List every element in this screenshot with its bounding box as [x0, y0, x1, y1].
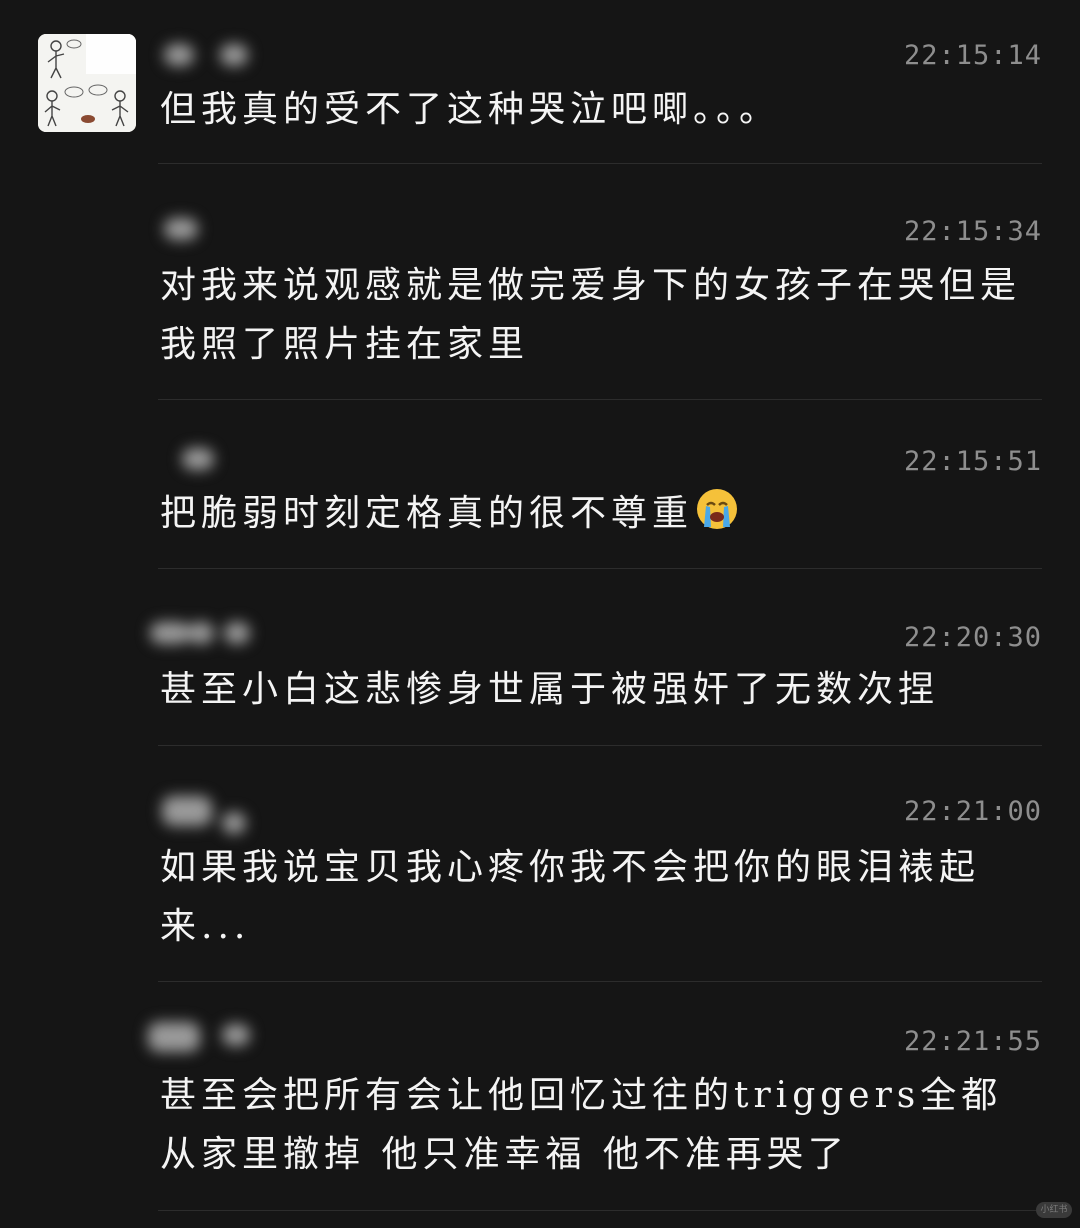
message-divider: [158, 745, 1042, 746]
message-text: 如果我说宝贝我心疼你我不会把你的眼泪裱起来...: [160, 847, 981, 947]
message-timestamp: 22:15:34: [903, 216, 1042, 247]
sender-name-redacted: [158, 38, 268, 72]
app-watermark: 小红书: [1036, 1202, 1072, 1218]
loudly-crying-face-icon: [697, 489, 738, 529]
message-text: 把脆弱时刻定格真的很不尊重: [160, 484, 1030, 543]
comic-avatar-icon[interactable]: [38, 34, 136, 132]
message-divider: [158, 981, 1042, 982]
sender-name-redacted: [158, 212, 218, 246]
message-timestamp: 22:21:00: [903, 796, 1042, 827]
message-divider: [158, 1210, 1042, 1211]
sender-name-redacted: [158, 790, 258, 834]
message-divider: [158, 399, 1042, 400]
message-timestamp: 22:15:14: [903, 40, 1042, 71]
message-text: 对我来说观感就是做完爱身下的女孩子在哭但是我照了照片挂在家里: [160, 265, 1022, 365]
sender-name-redacted: [148, 1016, 268, 1060]
message-text: 甚至会把所有会让他回忆过往的triggers全都从家里撤掉 他只准幸福 他不准再…: [160, 1075, 1003, 1175]
comic-avatar-illustration: [38, 34, 136, 132]
sender-name-redacted: [150, 616, 268, 650]
sender-name-redacted: [158, 442, 228, 476]
message-text: 但我真的受不了这种哭泣吧唧。。。: [160, 89, 781, 130]
message-timestamp: 22:21:55: [903, 1026, 1042, 1057]
message-timestamp: 22:20:30: [903, 622, 1042, 653]
message-text: 甚至小白这悲惨身世属于被强奸了无数次捏: [160, 669, 940, 710]
message-timestamp: 22:15:51: [903, 446, 1042, 477]
message-divider: [158, 163, 1042, 164]
message-divider: [158, 568, 1042, 569]
